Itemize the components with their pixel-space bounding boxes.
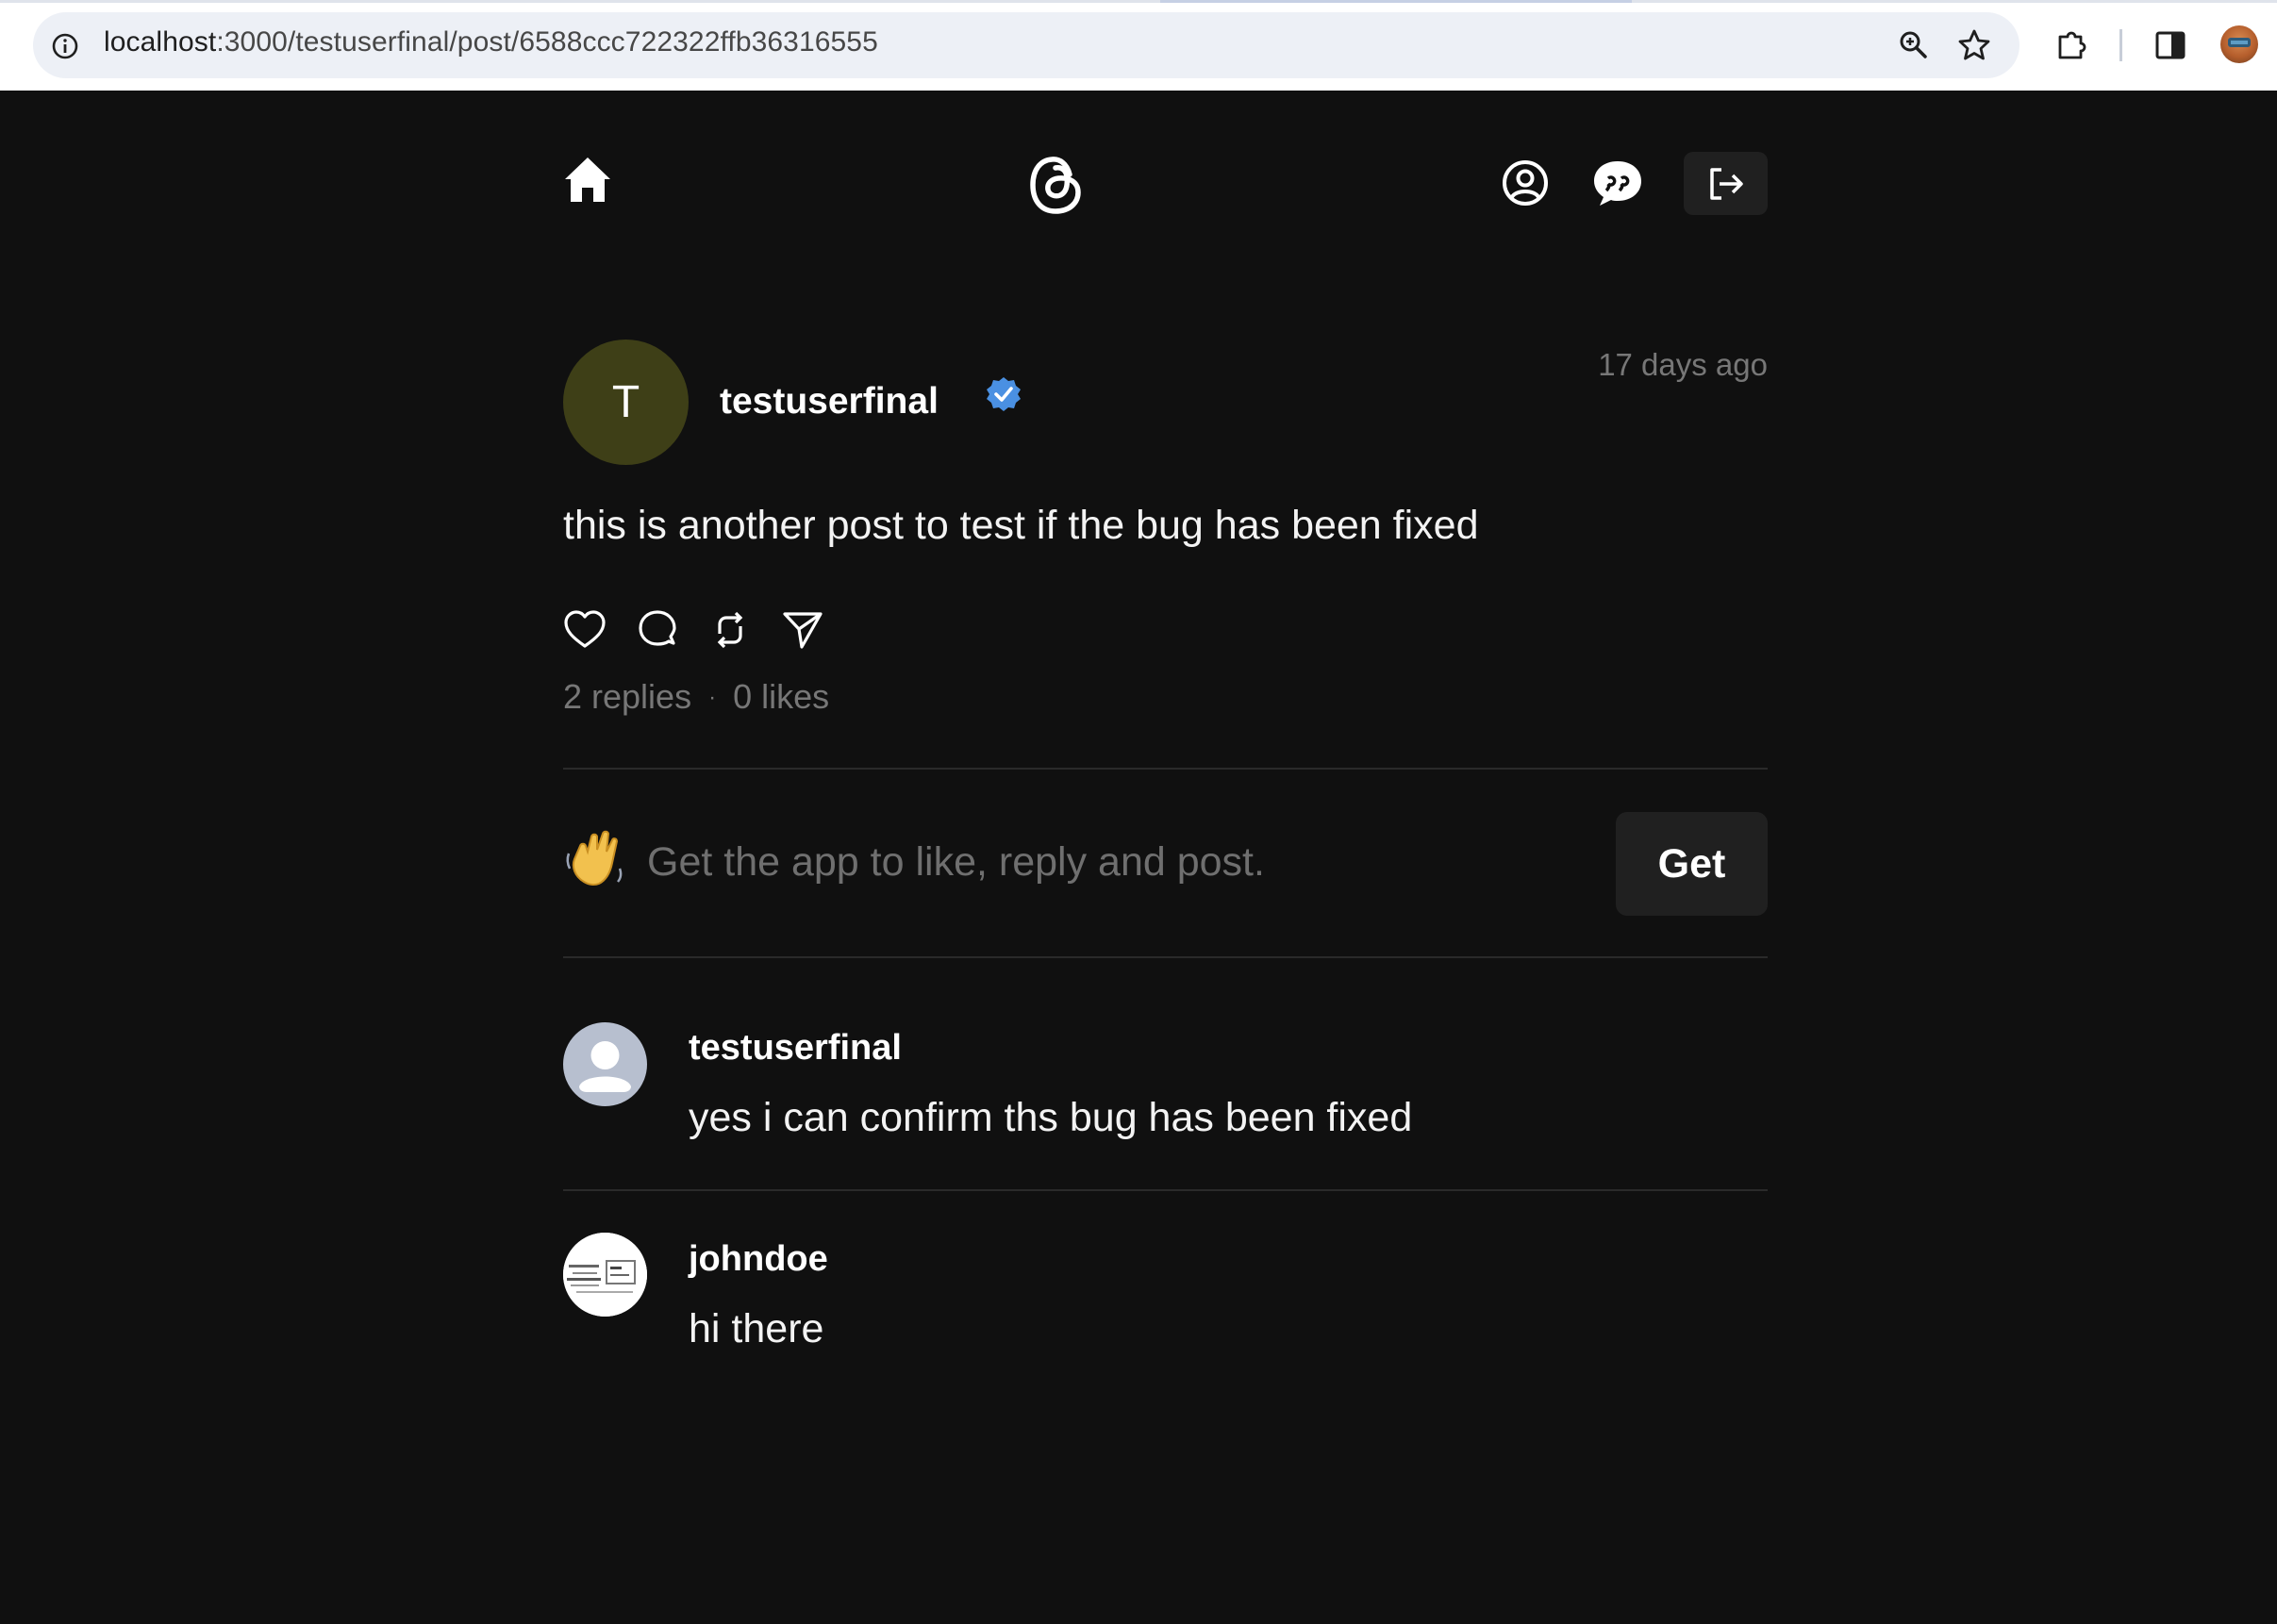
threads-app: T testuserfinal 17 days ago this is anot… <box>0 91 2277 1624</box>
share-icon[interactable] <box>781 608 824 652</box>
url-path: :3000/testuserfinal/post/6588ccc722322ff… <box>216 26 878 58</box>
divider <box>563 956 1768 958</box>
verified-badge-icon <box>987 377 1021 411</box>
threads-logo[interactable] <box>1028 154 1085 216</box>
browser-chrome: localhost:3000/testuserfinal/post/6588cc… <box>0 0 2277 91</box>
get-app-button[interactable]: Get <box>1616 812 1768 916</box>
reply-username[interactable]: testuserfinal <box>689 1028 902 1069</box>
url-host: localhost <box>104 26 217 58</box>
extensions-icon[interactable] <box>2053 27 2087 61</box>
tab-indicator <box>1160 0 1632 3</box>
post-author-avatar[interactable]: T <box>563 340 689 465</box>
post-timestamp: 17 days ago <box>1598 347 1768 382</box>
default-user-icon <box>579 1041 631 1092</box>
reply-icon[interactable] <box>636 608 679 652</box>
divider <box>563 768 1768 770</box>
tab-strip-edge <box>0 0 2277 3</box>
reply-count[interactable]: 2 replies <box>563 677 691 716</box>
profile-avatar[interactable] <box>2220 25 2258 63</box>
logout-button[interactable] <box>1684 152 1768 215</box>
like-count: 0 likes <box>733 677 830 716</box>
url-text[interactable]: localhost:3000/testuserfinal/post/6588cc… <box>104 26 878 58</box>
home-icon[interactable] <box>562 155 613 204</box>
reply-username[interactable]: johndoe <box>689 1239 828 1280</box>
repost-icon[interactable] <box>708 608 752 652</box>
post-body: this is another post to test if the bug … <box>563 503 1479 548</box>
reply-text: yes i can confirm ths bug has been fixed <box>689 1095 1413 1140</box>
bookmark-star-icon[interactable] <box>1957 28 1991 62</box>
side-panel-icon[interactable] <box>2153 28 2187 62</box>
chat-icon[interactable] <box>1591 158 1644 207</box>
divider <box>563 1189 1768 1191</box>
waving-hand-icon <box>566 830 623 887</box>
promo-text: Get the app to like, reply and post. <box>647 839 1265 885</box>
info-icon[interactable] <box>51 32 79 60</box>
zoom-icon[interactable] <box>1897 28 1931 62</box>
logout-icon <box>1710 168 1743 200</box>
avatar-glasses <box>2228 38 2251 47</box>
stats-separator: · <box>708 685 717 710</box>
post-stats: 2 replies · 0 likes <box>563 677 829 717</box>
post-author-username[interactable]: testuserfinal <box>720 381 939 423</box>
toolbar-divider <box>2119 29 2122 61</box>
profile-icon[interactable] <box>1501 158 1550 207</box>
like-icon[interactable] <box>563 608 607 652</box>
reply-avatar[interactable] <box>563 1022 647 1106</box>
user-photo <box>563 1233 647 1317</box>
reply-avatar[interactable] <box>563 1233 647 1317</box>
reply-text: hi there <box>689 1306 824 1351</box>
